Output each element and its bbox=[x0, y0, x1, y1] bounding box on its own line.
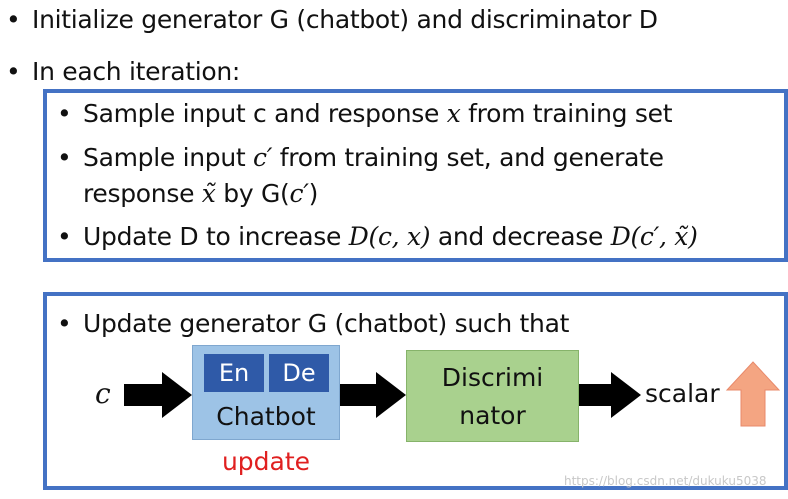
bullet-iteration-text: In each iteration: bbox=[32, 57, 241, 86]
var-c-prime: c′ bbox=[289, 179, 309, 208]
var-x-tilde: x̃ bbox=[201, 179, 216, 208]
up-arrow-icon bbox=[725, 361, 781, 427]
step-update-g-text: Update generator G (chatbot) such that bbox=[83, 309, 570, 338]
discriminator-label-line1: Discrimi bbox=[441, 363, 544, 392]
update-label: update bbox=[221, 447, 311, 476]
step-sample-cprime-line2: response x̃ by G(c′) bbox=[83, 178, 318, 210]
chatbot-block: En De Chatbot bbox=[192, 345, 340, 440]
expr-d-fake: D(c′, x̃) bbox=[610, 222, 698, 251]
expr-d-real: D(c, x) bbox=[348, 222, 431, 251]
step-update-g: • Update generator G (chatbot) such that bbox=[57, 308, 569, 340]
step-sample-cprime: • Sample input c′ from training set, and … bbox=[57, 142, 664, 174]
watermark: https://blog.csdn.net/dukuku5038 bbox=[564, 474, 767, 488]
bullet-initialize: • Initialize generator G (chatbot) and di… bbox=[6, 4, 658, 36]
step-line2-post: ) bbox=[308, 179, 319, 208]
encoder-box: En bbox=[204, 354, 264, 392]
step-update-d-pre: Update D to increase bbox=[83, 222, 349, 251]
bullet-dot: • bbox=[6, 57, 21, 86]
bullet-dot: • bbox=[57, 143, 72, 172]
bullet-initialize-text: Initialize generator G (chatbot) and dis… bbox=[32, 5, 658, 34]
step-line2-pre: response bbox=[83, 179, 202, 208]
step-update-d: • Update D to increase D(c, x) and decrea… bbox=[57, 221, 698, 253]
bullet-dot: • bbox=[57, 222, 72, 251]
discriminator-block: Discrimi nator bbox=[406, 350, 579, 442]
arrow-discriminator-to-scalar bbox=[577, 372, 641, 418]
bullet-dot: • bbox=[57, 99, 72, 128]
chatbot-label: Chatbot bbox=[216, 402, 316, 431]
var-c-prime: c′ bbox=[253, 143, 273, 172]
bullet-iteration: • In each iteration: bbox=[6, 56, 240, 88]
step-sample-x: • Sample input c and response x from trai… bbox=[57, 98, 673, 130]
scalar-label: scalar bbox=[645, 379, 720, 408]
step-update-d-mid: and decrease bbox=[430, 222, 611, 251]
discriminator-label-line2: nator bbox=[459, 401, 526, 430]
input-label-c: c bbox=[95, 377, 111, 410]
var-x: x bbox=[446, 99, 461, 128]
step-sample-cprime-post: from training set, and generate bbox=[272, 143, 664, 172]
decoder-box: De bbox=[269, 354, 329, 392]
step-sample-x-post: from training set bbox=[460, 99, 673, 128]
arrow-chatbot-to-discriminator bbox=[340, 372, 406, 418]
step-line2-mid: by G( bbox=[215, 179, 290, 208]
arrow-input-to-chatbot bbox=[124, 372, 192, 418]
bullet-dot: • bbox=[6, 5, 21, 34]
step-sample-cprime-pre: Sample input bbox=[83, 143, 254, 172]
bullet-dot: • bbox=[57, 309, 72, 338]
step-sample-x-pre: Sample input c and response bbox=[83, 99, 447, 128]
